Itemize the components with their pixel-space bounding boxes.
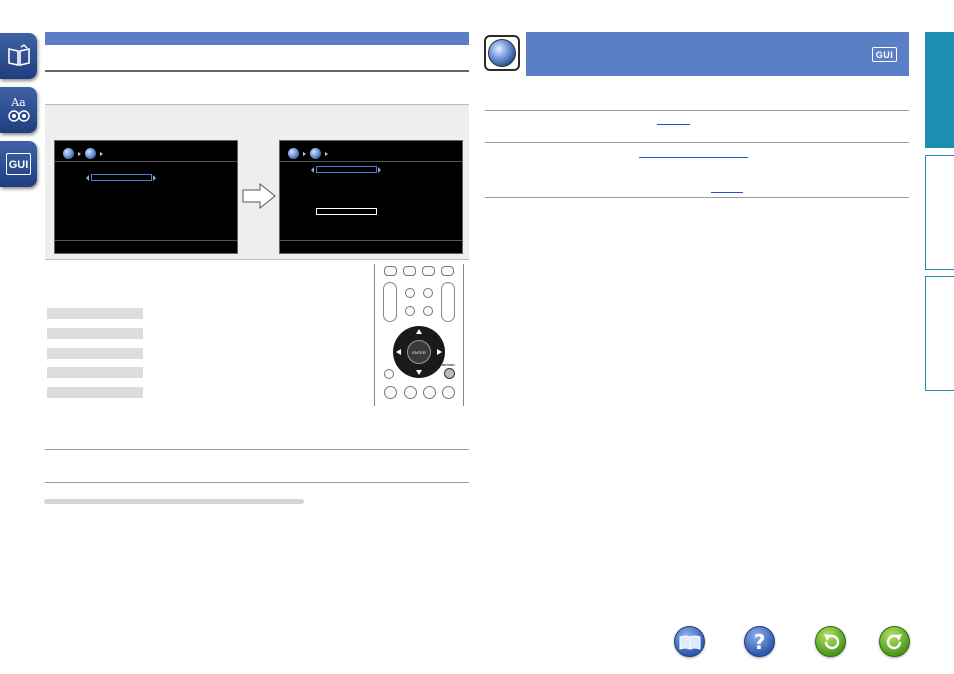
osd-input-field — [91, 174, 152, 181]
gui-tab-text: GUI — [8, 159, 29, 171]
glossary-text: Aa — [11, 96, 26, 109]
forward-button[interactable] — [879, 626, 910, 657]
osd-globe-icon — [63, 148, 74, 159]
remote-button — [423, 386, 436, 399]
remote-button — [405, 288, 415, 298]
remote-button — [442, 386, 455, 399]
divider — [45, 70, 469, 72]
return-button — [444, 368, 455, 379]
osd-screen-before — [54, 140, 238, 254]
remote-button — [403, 266, 416, 276]
contents-button[interactable] — [674, 626, 705, 657]
osd-left-arrow-icon — [86, 175, 89, 181]
book-nav-icon — [679, 635, 700, 650]
book-icon — [7, 44, 30, 66]
gui-tab[interactable]: GUI — [0, 141, 37, 187]
key-label-bar — [47, 387, 143, 398]
remote-control-illustration: ENTER RETURN — [374, 264, 464, 406]
book-tab[interactable] — [0, 33, 37, 79]
osd-settings-icon — [310, 148, 321, 159]
remote-button — [441, 266, 454, 276]
osd-arrow-icon — [100, 152, 103, 156]
osd-arrow-icon — [303, 152, 306, 156]
reference-link[interactable] — [711, 192, 743, 193]
divider — [45, 482, 469, 483]
osd-globe-icon — [288, 148, 299, 159]
right-tab-1[interactable] — [925, 32, 954, 148]
osd-input-field — [316, 166, 377, 173]
divider — [485, 110, 909, 111]
osd-arrow-icon — [78, 152, 81, 156]
osd-arrow-icon — [325, 152, 328, 156]
remote-button — [384, 369, 394, 379]
key-label-bar — [47, 348, 143, 359]
section-title-bar — [526, 32, 909, 76]
remote-button — [423, 306, 433, 316]
remote-button — [405, 306, 415, 316]
key-label-bar — [47, 308, 143, 319]
glossary-tab[interactable]: Aa — [0, 87, 37, 133]
gui-icon: GUI — [5, 153, 32, 175]
enter-label: ENTER — [412, 349, 426, 355]
osd-settings-icon — [85, 148, 96, 159]
reference-link[interactable] — [639, 157, 748, 158]
osd-keyboard-box — [316, 208, 377, 215]
divider — [485, 197, 909, 198]
remote-button — [422, 266, 435, 276]
forward-icon — [886, 633, 902, 649]
remote-button — [384, 266, 397, 276]
help-icon: ? — [753, 629, 766, 654]
back-button[interactable] — [815, 626, 846, 657]
return-label: RETURN — [442, 363, 455, 367]
help-button[interactable]: ? — [744, 626, 775, 657]
section-header-bar — [45, 32, 469, 45]
key-label-bar — [47, 367, 143, 378]
reference-link[interactable] — [657, 124, 690, 125]
enter-button: ENTER — [407, 340, 431, 364]
osd-right-arrow-icon — [378, 167, 381, 173]
page-scrollbar[interactable] — [44, 499, 304, 504]
right-tab-3[interactable] — [925, 276, 954, 391]
osd-left-arrow-icon — [311, 167, 314, 173]
osd-screen-after — [279, 140, 463, 254]
gui-badge-text: GUI — [875, 49, 894, 60]
divider — [485, 142, 909, 143]
network-section-icon — [484, 35, 520, 71]
key-label-bar — [47, 328, 143, 339]
gui-badge: GUI — [872, 47, 897, 62]
next-arrow-icon — [242, 183, 276, 209]
divider — [45, 449, 469, 450]
remote-button — [423, 288, 433, 298]
channel-rocker — [383, 282, 397, 322]
back-icon — [823, 633, 839, 649]
volume-rocker — [441, 282, 455, 322]
osd-right-arrow-icon — [153, 175, 156, 181]
remote-button — [384, 386, 397, 399]
remote-button — [404, 386, 417, 399]
globe-icon — [488, 39, 516, 67]
glossary-icon: Aa — [7, 96, 30, 123]
right-tab-2[interactable] — [925, 155, 954, 270]
